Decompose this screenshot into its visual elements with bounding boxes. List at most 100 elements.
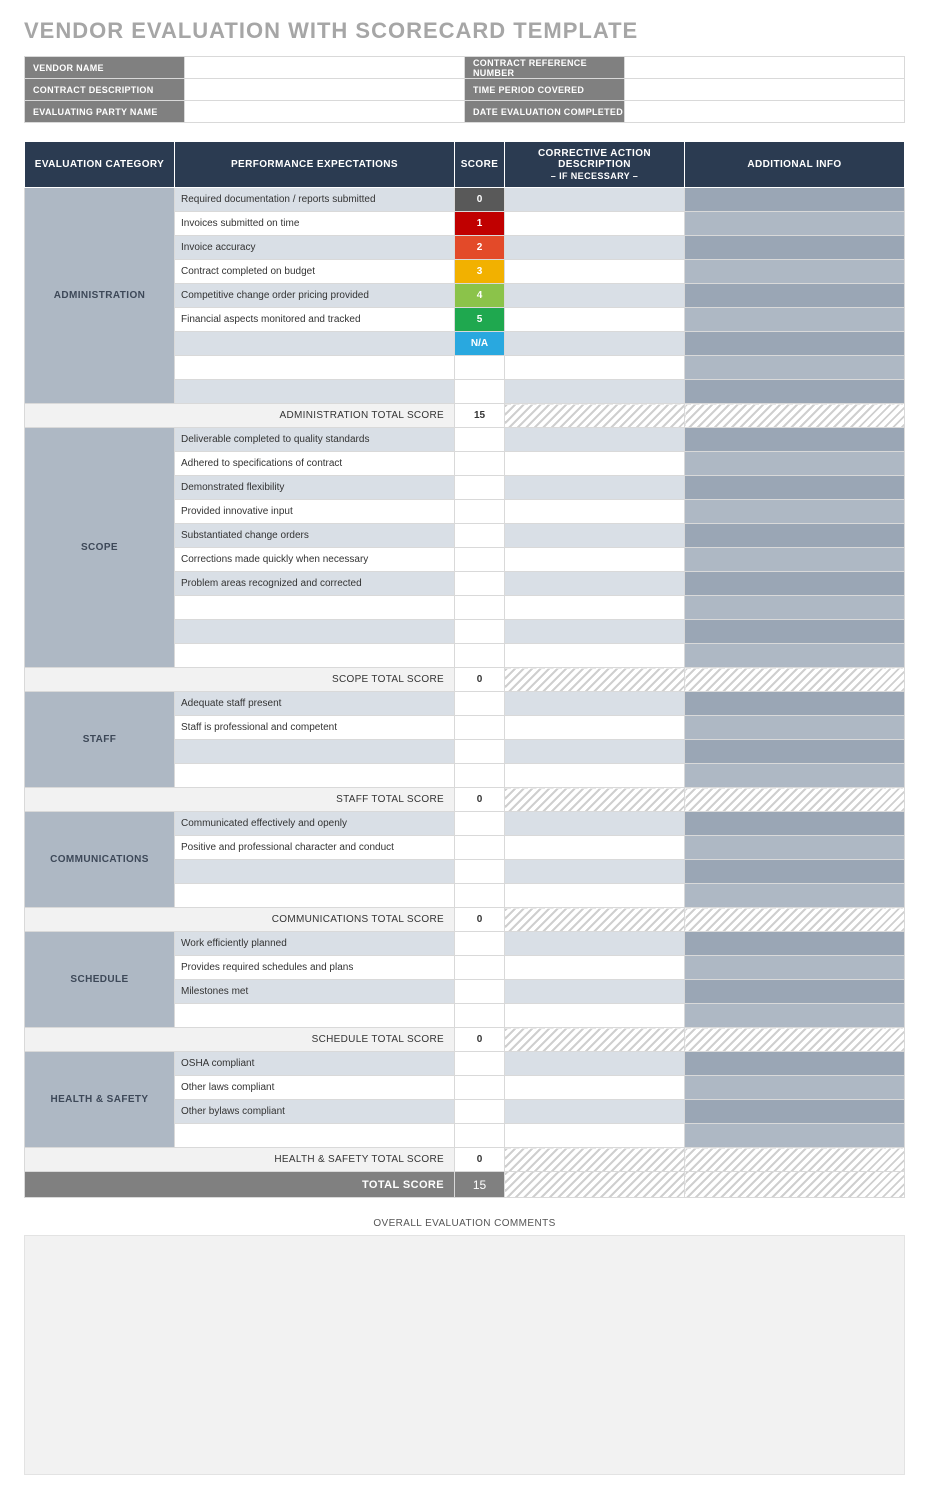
score-cell[interactable] xyxy=(455,428,505,452)
additional-cell[interactable] xyxy=(685,356,905,380)
corrective-cell[interactable] xyxy=(505,596,685,620)
additional-cell[interactable] xyxy=(685,212,905,236)
score-cell[interactable] xyxy=(455,356,505,380)
additional-cell[interactable] xyxy=(685,596,905,620)
corrective-cell[interactable] xyxy=(505,284,685,308)
additional-cell[interactable] xyxy=(685,188,905,212)
score-cell[interactable] xyxy=(455,380,505,404)
eval-party-value[interactable] xyxy=(185,101,465,123)
contract-ref-value[interactable] xyxy=(625,57,905,79)
expectation-cell[interactable]: Financial aspects monitored and tracked xyxy=(175,308,455,332)
additional-cell[interactable] xyxy=(685,980,905,1004)
corrective-cell[interactable] xyxy=(505,1004,685,1028)
additional-cell[interactable] xyxy=(685,1124,905,1148)
score-cell[interactable] xyxy=(455,644,505,668)
expectation-cell[interactable] xyxy=(175,884,455,908)
expectation-cell[interactable]: Work efficiently planned xyxy=(175,932,455,956)
score-cell[interactable] xyxy=(455,620,505,644)
expectation-cell[interactable] xyxy=(175,596,455,620)
expectation-cell[interactable]: Invoice accuracy xyxy=(175,236,455,260)
additional-cell[interactable] xyxy=(685,284,905,308)
additional-cell[interactable] xyxy=(685,812,905,836)
expectation-cell[interactable]: Adhered to specifications of contract xyxy=(175,452,455,476)
corrective-cell[interactable] xyxy=(505,620,685,644)
expectation-cell[interactable]: OSHA compliant xyxy=(175,1052,455,1076)
expectation-cell[interactable]: Problem areas recognized and corrected xyxy=(175,572,455,596)
corrective-cell[interactable] xyxy=(505,644,685,668)
expectation-cell[interactable]: Substantiated change orders xyxy=(175,524,455,548)
corrective-cell[interactable] xyxy=(505,692,685,716)
score-cell[interactable] xyxy=(455,1052,505,1076)
expectation-cell[interactable]: Required documentation / reports submitt… xyxy=(175,188,455,212)
expectation-cell[interactable] xyxy=(175,740,455,764)
additional-cell[interactable] xyxy=(685,836,905,860)
expectation-cell[interactable]: Deliverable completed to quality standar… xyxy=(175,428,455,452)
score-cell[interactable] xyxy=(455,1124,505,1148)
score-cell[interactable] xyxy=(455,884,505,908)
corrective-cell[interactable] xyxy=(505,1052,685,1076)
expectation-cell[interactable]: Provided innovative input xyxy=(175,500,455,524)
corrective-cell[interactable] xyxy=(505,212,685,236)
additional-cell[interactable] xyxy=(685,308,905,332)
corrective-cell[interactable] xyxy=(505,764,685,788)
score-cell[interactable] xyxy=(455,1004,505,1028)
expectation-cell[interactable] xyxy=(175,380,455,404)
score-cell[interactable] xyxy=(455,716,505,740)
score-cell[interactable]: 2 xyxy=(455,236,505,260)
additional-cell[interactable] xyxy=(685,860,905,884)
corrective-cell[interactable] xyxy=(505,740,685,764)
corrective-cell[interactable] xyxy=(505,380,685,404)
expectation-cell[interactable] xyxy=(175,764,455,788)
score-cell[interactable] xyxy=(455,812,505,836)
expectation-cell[interactable]: Milestones met xyxy=(175,980,455,1004)
additional-cell[interactable] xyxy=(685,500,905,524)
expectation-cell[interactable]: Provides required schedules and plans xyxy=(175,956,455,980)
additional-cell[interactable] xyxy=(685,572,905,596)
expectation-cell[interactable]: Communicated effectively and openly xyxy=(175,812,455,836)
score-cell[interactable]: N/A xyxy=(455,332,505,356)
date-completed-value[interactable] xyxy=(625,101,905,123)
score-cell[interactable] xyxy=(455,524,505,548)
score-cell[interactable] xyxy=(455,500,505,524)
corrective-cell[interactable] xyxy=(505,236,685,260)
additional-cell[interactable] xyxy=(685,716,905,740)
score-cell[interactable] xyxy=(455,1100,505,1124)
corrective-cell[interactable] xyxy=(505,1124,685,1148)
corrective-cell[interactable] xyxy=(505,188,685,212)
expectation-cell[interactable] xyxy=(175,332,455,356)
expectation-cell[interactable]: Staff is professional and competent xyxy=(175,716,455,740)
additional-cell[interactable] xyxy=(685,956,905,980)
corrective-cell[interactable] xyxy=(505,332,685,356)
score-cell[interactable] xyxy=(455,956,505,980)
additional-cell[interactable] xyxy=(685,452,905,476)
expectation-cell[interactable]: Competitive change order pricing provide… xyxy=(175,284,455,308)
expectation-cell[interactable]: Positive and professional character and … xyxy=(175,836,455,860)
score-cell[interactable] xyxy=(455,764,505,788)
additional-cell[interactable] xyxy=(685,1004,905,1028)
corrective-cell[interactable] xyxy=(505,716,685,740)
score-cell[interactable] xyxy=(455,692,505,716)
additional-cell[interactable] xyxy=(685,332,905,356)
corrective-cell[interactable] xyxy=(505,356,685,380)
corrective-cell[interactable] xyxy=(505,980,685,1004)
score-cell[interactable] xyxy=(455,596,505,620)
corrective-cell[interactable] xyxy=(505,452,685,476)
score-cell[interactable] xyxy=(455,452,505,476)
score-cell[interactable]: 4 xyxy=(455,284,505,308)
score-cell[interactable] xyxy=(455,572,505,596)
corrective-cell[interactable] xyxy=(505,548,685,572)
score-cell[interactable] xyxy=(455,932,505,956)
expectation-cell[interactable] xyxy=(175,1004,455,1028)
corrective-cell[interactable] xyxy=(505,860,685,884)
additional-cell[interactable] xyxy=(685,1100,905,1124)
corrective-cell[interactable] xyxy=(505,1076,685,1100)
additional-cell[interactable] xyxy=(685,260,905,284)
score-cell[interactable] xyxy=(455,1076,505,1100)
additional-cell[interactable] xyxy=(685,1076,905,1100)
expectation-cell[interactable]: Corrections made quickly when necessary xyxy=(175,548,455,572)
score-cell[interactable] xyxy=(455,476,505,500)
expectation-cell[interactable] xyxy=(175,1124,455,1148)
score-cell[interactable]: 0 xyxy=(455,188,505,212)
expectation-cell[interactable] xyxy=(175,860,455,884)
score-cell[interactable] xyxy=(455,860,505,884)
